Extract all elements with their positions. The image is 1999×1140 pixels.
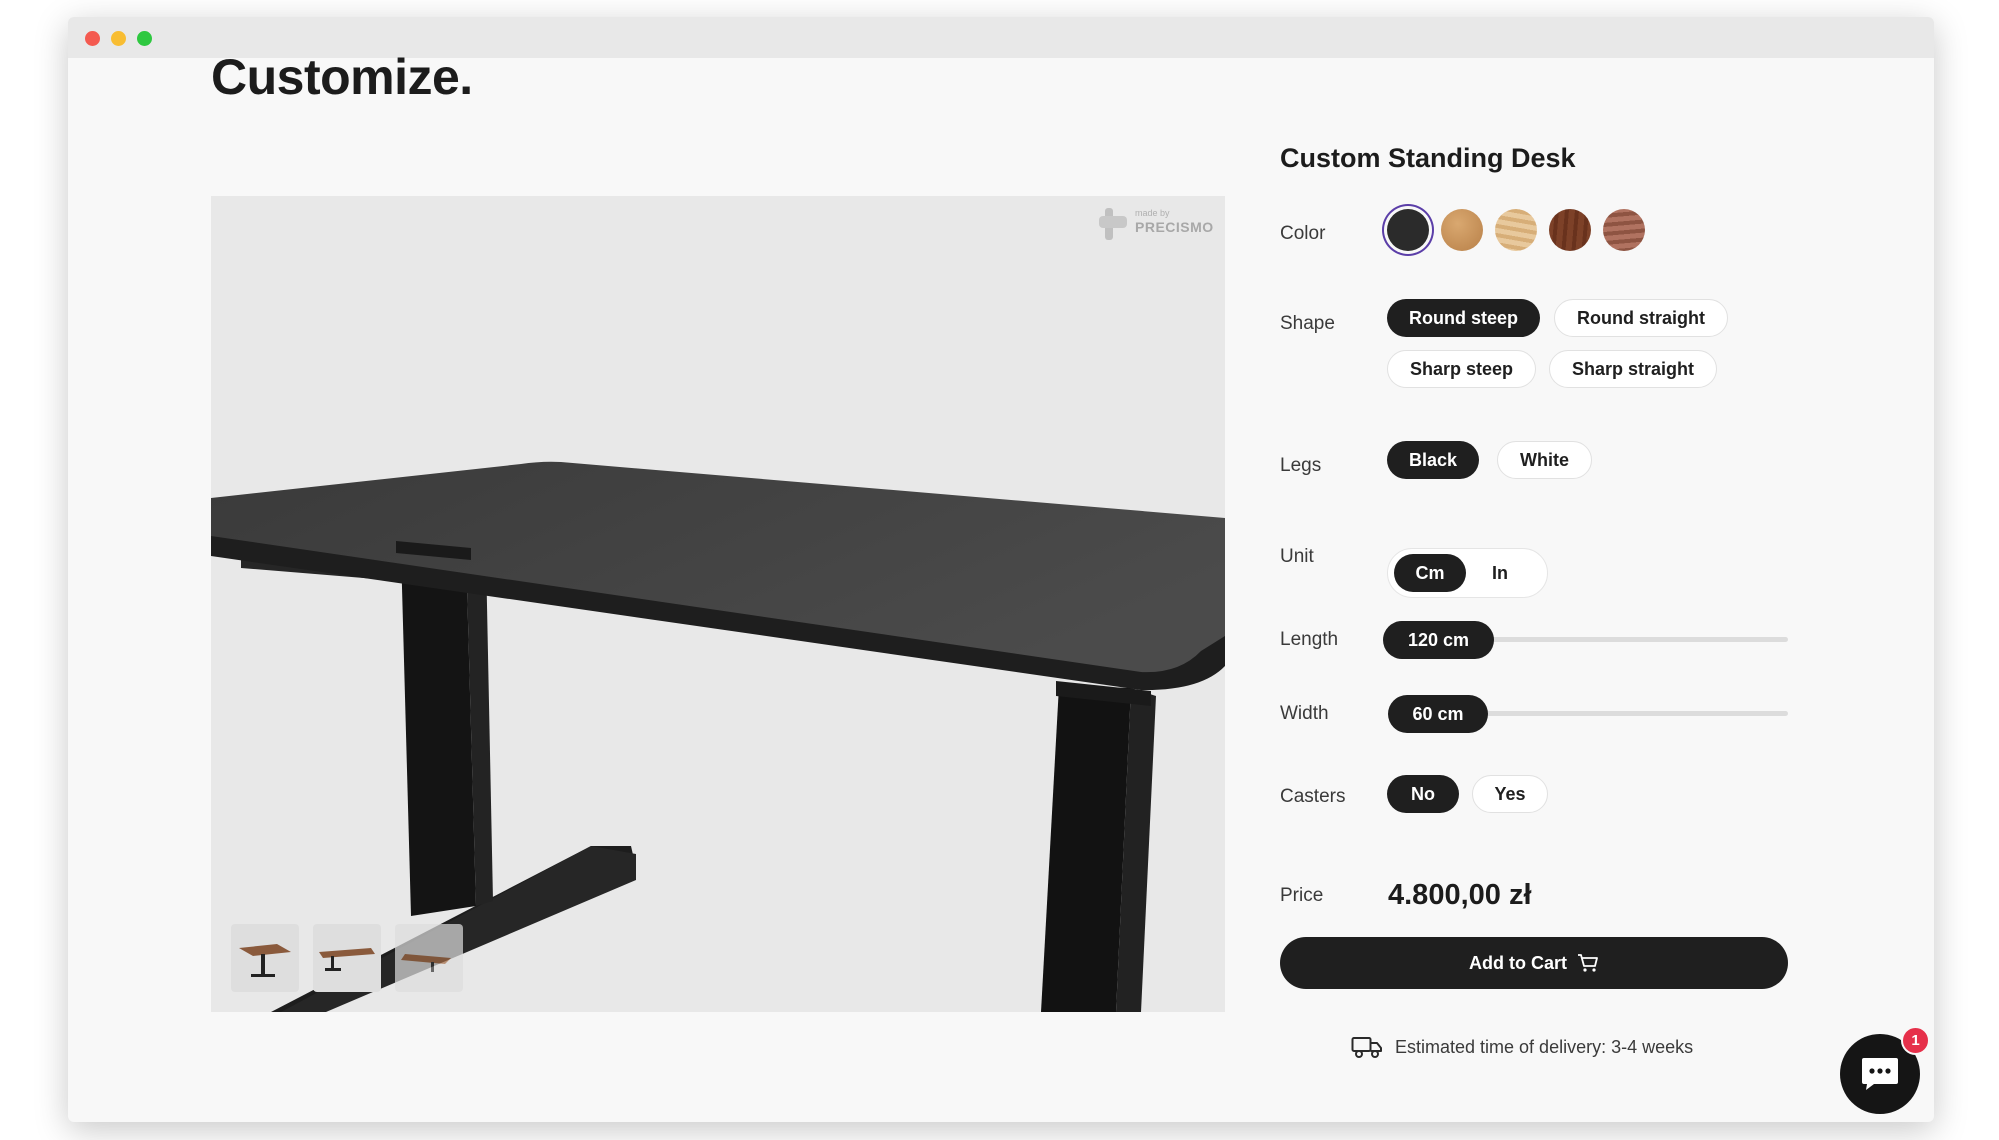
cart-icon [1578, 954, 1598, 972]
close-window-button[interactable] [85, 31, 100, 46]
color-label: Color [1280, 223, 1326, 244]
color-swatch-walnut[interactable] [1549, 209, 1591, 251]
desk-thumbnail-icon [401, 954, 451, 972]
thumbnail-2[interactable] [313, 924, 381, 992]
delivery-text: Estimated time of delivery: 3-4 weeks [1395, 1036, 1694, 1057]
product-viewer[interactable]: made by PRECISMO [211, 196, 1225, 1012]
chat-bubble-icon [1862, 1058, 1898, 1090]
desk-thumbnail-icon [319, 948, 375, 971]
watermark-brand: PRECISMO [1135, 219, 1214, 235]
price-value: 4.800,00 zł [1388, 879, 1532, 911]
color-swatch-cherry[interactable] [1603, 209, 1645, 251]
product-title: Custom Standing Desk [1280, 143, 1576, 173]
casters-no-button[interactable]: No [1387, 775, 1459, 813]
unit-label: Unit [1280, 546, 1314, 567]
precismo-watermark: made by PRECISMO [1099, 204, 1214, 244]
unit-cm-button[interactable]: Cm [1394, 554, 1466, 592]
color-swatch-light-oak[interactable] [1441, 209, 1483, 251]
page-title: Customize. [211, 49, 473, 105]
price-label: Price [1280, 885, 1324, 906]
casters-yes-button[interactable]: Yes [1472, 775, 1548, 813]
length-label: Length [1280, 629, 1339, 650]
desk-render [211, 461, 1225, 1012]
width-label: Width [1280, 703, 1329, 724]
shape-sharp-straight-button[interactable]: Sharp straight [1549, 350, 1718, 388]
unit-in-button[interactable]: In [1470, 554, 1530, 592]
shape-round-steep-button[interactable]: Round steep [1387, 299, 1541, 337]
shape-label: Shape [1280, 313, 1335, 334]
shape-round-straight-button[interactable]: Round straight [1554, 299, 1728, 337]
add-to-cart-label: Add to Cart [1469, 952, 1567, 973]
thumbnail-1[interactable] [231, 924, 299, 992]
casters-label: Casters [1280, 786, 1346, 807]
add-to-cart-button[interactable]: Add to Cart [1280, 937, 1788, 989]
length-slider-thumb[interactable]: 120 cm [1383, 621, 1494, 659]
legs-black-button[interactable]: Black [1387, 441, 1480, 479]
precismo-logo-icon [1099, 208, 1127, 240]
delivery-info: Estimated time of delivery: 3-4 weeks [1351, 1035, 1693, 1059]
color-swatch-natural-oak[interactable] [1495, 209, 1537, 251]
width-slider-thumb[interactable]: 60 cm [1388, 695, 1488, 733]
browser-window: Customize. made by PRECISMO Custom Stand… [68, 17, 1934, 1122]
shape-sharp-steep-button[interactable]: Sharp steep [1387, 350, 1537, 388]
configurator-panel: Custom Standing Desk Color Shape Round s… [1280, 17, 1840, 1122]
desk-thumbnail-icon [239, 944, 291, 977]
unit-toggle: Cm In [1387, 548, 1548, 598]
watermark-caption: made by [1135, 208, 1170, 218]
chat-notification-badge: 1 [1901, 1026, 1930, 1055]
legs-white-button[interactable]: White [1497, 441, 1592, 479]
legs-label: Legs [1280, 455, 1322, 476]
minimize-window-button[interactable] [111, 31, 126, 46]
maximize-window-button[interactable] [137, 31, 152, 46]
color-swatch-black[interactable] [1387, 209, 1429, 251]
truck-icon [1351, 1037, 1382, 1058]
thumbnail-3[interactable] [395, 924, 463, 992]
